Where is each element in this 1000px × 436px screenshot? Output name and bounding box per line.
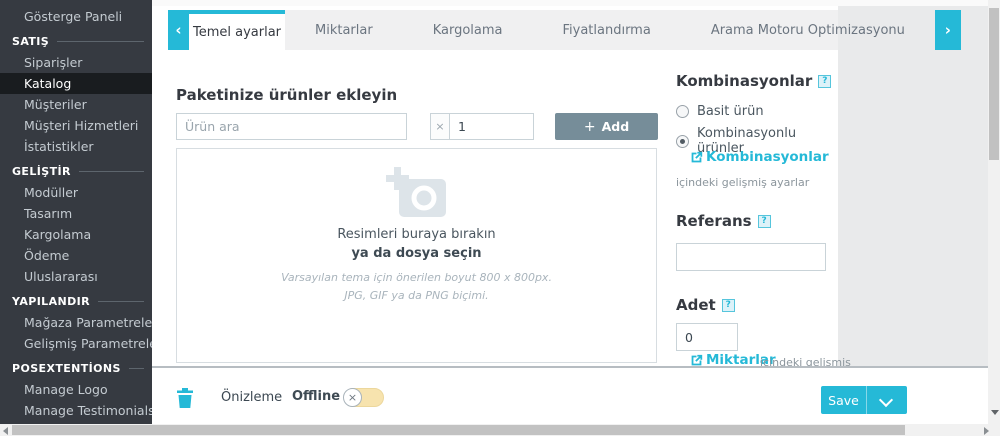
save-options-button[interactable] — [866, 386, 907, 414]
close-icon: × — [343, 388, 362, 407]
product-edit-page: Gösterge Paneli SATIŞ Siparişler Katalog… — [0, 0, 1000, 436]
combinations-section-title: Kombinasyonlar ? — [676, 72, 832, 90]
footer-action-bar: Önizleme Offline × Save — [152, 366, 988, 424]
tabs-scroll-left-button[interactable]: ‹ — [168, 10, 189, 50]
quantity-section-title: Adet ? — [676, 296, 735, 314]
radio-simple-product[interactable]: Basit ürün — [676, 104, 764, 119]
dropzone-select-file-link[interactable]: ya da dosya seçin — [177, 246, 656, 261]
content-background — [838, 6, 988, 368]
scroll-right-arrow-icon[interactable] — [984, 427, 989, 435]
chevron-left-icon: ‹ — [175, 21, 182, 39]
sidebar-item-customer-service[interactable]: Müşteri Hizmetleri — [0, 115, 152, 136]
dropzone-hint: Varsayılan tema için önerilen boyut 800 … — [281, 271, 552, 302]
tab-basic-settings[interactable]: Temel ayarlar — [189, 10, 285, 50]
vertical-scrollbar — [988, 0, 1000, 424]
vertical-scrollbar-thumb[interactable] — [989, 8, 999, 160]
sidebar-header-posextentions: POSEXTENTİONS — [0, 358, 152, 379]
reference-input[interactable] — [676, 243, 826, 271]
online-status-toggle[interactable]: × — [343, 388, 384, 407]
plus-icon: + — [583, 118, 596, 135]
combinations-link-suffix: içindeki gelişmiş ayarlar — [676, 176, 810, 189]
pack-section-title: Paketinize ürünler ekleyin — [176, 86, 398, 104]
offline-label: Offline — [292, 389, 341, 404]
main-content: ‹ Temel ayarlar Miktarlar Kargolama Fiya… — [152, 0, 988, 424]
combinations-link[interactable]: Kombinasyonlar — [690, 149, 829, 165]
sidebar-item-modules[interactable]: Modüller — [0, 182, 152, 203]
help-icon[interactable]: ? — [721, 298, 735, 312]
pack-quantity-input[interactable] — [449, 113, 534, 140]
scroll-down-arrow-icon[interactable] — [991, 410, 999, 415]
sidebar-item-dashboard[interactable]: Gösterge Paneli — [0, 6, 152, 27]
multiply-icon: × — [430, 113, 449, 140]
radio-checked-icon — [676, 134, 689, 148]
sidebar-header-configure: YAPILANDIR — [0, 291, 152, 312]
sidebar-item-advanced-parameters[interactable]: Gelişmiş Parametreler — [0, 333, 152, 354]
scroll-left-arrow-icon[interactable] — [3, 427, 8, 435]
sidebar-item-manage-testimonials[interactable]: Manage Testimonials — [0, 400, 152, 421]
help-icon[interactable]: ? — [818, 74, 832, 88]
sidebar-item-international[interactable]: Uluslararası — [0, 266, 152, 287]
sidebar-item-shipping[interactable]: Kargolama — [0, 224, 152, 245]
divider — [128, 368, 144, 369]
horizontal-scrollbar-thumb[interactable] — [12, 425, 905, 435]
sidebar-header-improve: GELİŞTİR — [0, 161, 152, 182]
sidebar-item-design[interactable]: Tasarım — [0, 203, 152, 224]
tab-shipping[interactable]: Kargolama — [403, 10, 533, 50]
sidebar-item-payment[interactable]: Ödeme — [0, 245, 152, 266]
horizontal-scrollbar — [0, 424, 1000, 436]
tab-quantities[interactable]: Miktarlar — [285, 10, 403, 50]
divider — [57, 41, 144, 42]
image-dropzone[interactable]: Resimleri buraya bırakın ya da dosya seç… — [176, 148, 657, 363]
sidebar: Gösterge Paneli SATIŞ Siparişler Katalog… — [0, 0, 152, 424]
sidebar-item-catalog[interactable]: Katalog — [0, 73, 152, 94]
product-tabs: ‹ Temel ayarlar Miktarlar Kargolama Fiya… — [168, 10, 961, 50]
divider — [78, 171, 144, 172]
stock-quantity-input[interactable] — [676, 323, 738, 351]
reference-section-title: Referans ? — [676, 212, 771, 230]
camera-icon — [385, 167, 448, 219]
chevron-right-icon: › — [944, 21, 951, 39]
save-split-button: Save — [821, 386, 907, 414]
tab-seo[interactable]: Arama Motoru Optimizasyonu — [681, 10, 935, 50]
sidebar-item-orders[interactable]: Siparişler — [0, 52, 152, 73]
sidebar-item-manage-logo[interactable]: Manage Logo — [0, 379, 152, 400]
divider — [98, 301, 144, 302]
trash-icon — [177, 388, 193, 408]
product-search-input[interactable] — [176, 113, 407, 140]
sidebar-item-shop-parameters[interactable]: Mağaza Parametreleri — [0, 312, 152, 333]
sidebar-item-customers[interactable]: Müşteriler — [0, 94, 152, 115]
external-link-icon — [691, 354, 703, 365]
save-button[interactable]: Save — [821, 386, 866, 414]
external-link-icon — [691, 151, 703, 162]
sidebar-item-stats[interactable]: İstatistikler — [0, 136, 152, 157]
delete-button[interactable] — [176, 388, 194, 408]
help-icon[interactable]: ? — [757, 214, 771, 228]
sidebar-header-sales: SATIŞ — [0, 31, 152, 52]
preview-button[interactable]: Önizleme — [221, 390, 282, 405]
radio-icon — [676, 105, 689, 118]
tab-pricing[interactable]: Fiyatlandırma — [532, 10, 680, 50]
add-product-button[interactable]: + Add — [555, 113, 658, 140]
dropzone-text: Resimleri buraya bırakın — [337, 227, 496, 242]
tabs-scroll-right-button[interactable]: › — [934, 10, 961, 50]
